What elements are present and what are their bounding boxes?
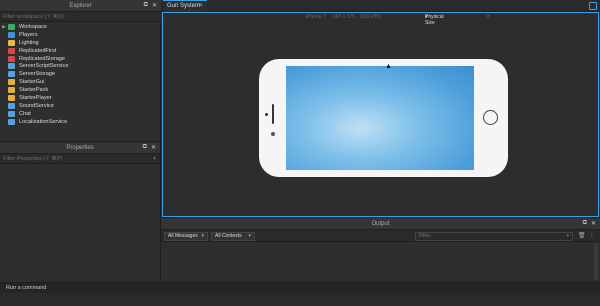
tree-item[interactable]: Chat bbox=[0, 110, 161, 118]
output-title: Output bbox=[371, 221, 390, 227]
tree-item-label: StarterPlayer bbox=[19, 94, 52, 101]
expand-arrow-icon[interactable]: ▶ bbox=[0, 24, 8, 30]
undock-icon[interactable]: ⧉ bbox=[143, 144, 147, 151]
output-filter-input[interactable]: Filter... ▾ bbox=[415, 232, 573, 241]
tree-item[interactable]: StarterPlayer bbox=[0, 94, 161, 102]
device-emulation-bar: iPhone 7 667 x 375 (326 PPI) Physical Si… bbox=[163, 14, 598, 26]
close-icon[interactable]: ✕ bbox=[152, 2, 157, 9]
undock-icon[interactable]: ⧉ bbox=[583, 220, 587, 227]
more-options-icon[interactable]: ⋮ bbox=[589, 232, 595, 239]
starter-player-icon bbox=[8, 94, 15, 101]
output-panel: Output ⧉ ✕ All Messages ▾ All Contexts ▾… bbox=[161, 217, 600, 282]
close-icon[interactable]: ✕ bbox=[198, 1, 203, 12]
localization-service-icon bbox=[8, 118, 15, 125]
rotate-icon[interactable]: ⟳ bbox=[486, 14, 490, 20]
properties-filter-input[interactable]: Filter Properties (⇧ ⌘P) ▾ bbox=[0, 154, 160, 164]
properties-panel: Properties ⧉ ✕ Filter Properties (⇧ ⌘P) … bbox=[0, 141, 161, 282]
output-toolbar: All Messages ▾ All Contexts ▾ Filter... … bbox=[161, 230, 600, 242]
undock-icon[interactable]: ⧉ bbox=[144, 2, 148, 9]
chevron-down-icon[interactable]: ▾ bbox=[153, 154, 156, 164]
contexts-filter-dropdown[interactable]: All Contexts ▾ bbox=[211, 232, 255, 241]
messages-filter-dropdown[interactable]: All Messages ▾ bbox=[164, 232, 208, 241]
players-icon bbox=[8, 31, 15, 38]
chevron-down-icon: ▾ bbox=[248, 233, 251, 239]
tree-item-label: ServerStorage bbox=[19, 71, 56, 78]
speaker-icon bbox=[272, 104, 274, 124]
close-icon[interactable]: ✕ bbox=[151, 144, 156, 151]
tree-item[interactable]: ▶ Workspace bbox=[0, 23, 161, 31]
explorer-panel: Explorer ⧉ ✕ Filter workspace (⇧ ⌘X) ▶ Wo… bbox=[0, 0, 161, 141]
device-dpi: (326 PPI) bbox=[360, 14, 382, 20]
output-scrollbar[interactable] bbox=[594, 244, 598, 280]
explorer-filter-input[interactable]: Filter workspace (⇧ ⌘X) bbox=[0, 12, 161, 22]
replicated-first-icon bbox=[8, 47, 15, 54]
messages-filter-label: All Messages bbox=[168, 233, 198, 239]
chevron-down-icon: ▾ bbox=[425, 14, 428, 20]
tab-label: Gun System bbox=[167, 3, 201, 9]
viewport[interactable]: iPhone 7 667 x 375 (326 PPI) Physical Si… bbox=[162, 12, 599, 217]
game-screen[interactable] bbox=[286, 66, 474, 170]
close-icon[interactable]: ✕ bbox=[591, 220, 596, 227]
properties-filter-placeholder: Filter Properties (⇧ ⌘P) bbox=[3, 156, 63, 162]
tree-item[interactable]: ServerStorage bbox=[0, 70, 161, 78]
server-script-service-icon bbox=[8, 63, 15, 70]
contexts-filter-label: All Contexts bbox=[215, 233, 242, 239]
tree-item[interactable]: ServerScriptService bbox=[0, 62, 161, 70]
clear-output-icon[interactable]: 🗑 bbox=[578, 232, 586, 239]
mouse-cursor-icon: ▲ bbox=[385, 63, 392, 70]
tree-item[interactable]: Lighting bbox=[0, 39, 161, 47]
device-name[interactable]: iPhone 7 bbox=[306, 14, 326, 20]
chat-icon bbox=[8, 110, 15, 117]
properties-title: Properties bbox=[66, 145, 94, 151]
home-button-icon bbox=[483, 110, 498, 125]
starter-gui-icon bbox=[8, 79, 15, 86]
document-tab-bar: Gun System ✕ bbox=[161, 0, 600, 12]
tree-item-label: Lighting bbox=[19, 39, 39, 46]
device-resolution: 667 x 375 bbox=[333, 14, 355, 20]
sensor-icon bbox=[271, 132, 275, 136]
external-window-icon[interactable] bbox=[589, 2, 597, 10]
explorer-title: Explorer bbox=[69, 3, 92, 9]
properties-header: Properties ⧉ ✕ bbox=[0, 142, 160, 154]
tree-item[interactable]: ReplicatedStorage bbox=[0, 55, 161, 63]
tree-item[interactable]: SoundService bbox=[0, 102, 161, 110]
workspace-icon bbox=[8, 23, 15, 30]
explorer-tree: ▶ Workspace Players Lighting ReplicatedFirst… bbox=[0, 23, 161, 126]
command-input[interactable]: Run a command bbox=[0, 283, 600, 293]
output-filter-placeholder: Filter... bbox=[419, 233, 435, 239]
replicated-storage-icon bbox=[8, 55, 15, 62]
tree-item-label: Workspace bbox=[19, 23, 47, 30]
lighting-icon bbox=[8, 39, 15, 46]
tree-item-label: SoundService bbox=[19, 102, 54, 109]
tree-item-label: ServerScriptService bbox=[19, 63, 69, 70]
tree-item-label: Players bbox=[19, 31, 38, 38]
tree-item-label: LocalizationService bbox=[19, 118, 68, 125]
explorer-header: Explorer ⧉ ✕ bbox=[0, 0, 161, 12]
tree-item-label: StarterPack bbox=[19, 87, 49, 94]
tree-item-label: ReplicatedStorage bbox=[19, 55, 66, 62]
tab-gun-system[interactable]: Gun System ✕ bbox=[163, 0, 207, 12]
starter-pack-icon bbox=[8, 87, 15, 94]
tree-item-label: ReplicatedFirst bbox=[19, 47, 57, 54]
sound-service-icon bbox=[8, 102, 15, 109]
tree-item[interactable]: StarterPack bbox=[0, 86, 161, 94]
tree-item[interactable]: Players bbox=[0, 31, 161, 39]
camera-icon bbox=[265, 113, 268, 116]
tree-item[interactable]: LocalizationService bbox=[0, 118, 161, 126]
tree-item-label: Chat bbox=[19, 110, 31, 117]
tree-item[interactable]: StarterGui bbox=[0, 78, 161, 86]
device-frame bbox=[259, 59, 508, 177]
tree-item-label: StarterGui bbox=[19, 79, 45, 86]
chevron-down-icon[interactable]: ▾ bbox=[566, 233, 569, 240]
server-storage-icon bbox=[8, 71, 15, 78]
command-bar: Run a command bbox=[0, 282, 600, 306]
tree-item[interactable]: ReplicatedFirst bbox=[0, 47, 161, 55]
output-header: Output ⧉ ✕ bbox=[161, 218, 600, 230]
chevron-down-icon: ▾ bbox=[201, 233, 204, 239]
